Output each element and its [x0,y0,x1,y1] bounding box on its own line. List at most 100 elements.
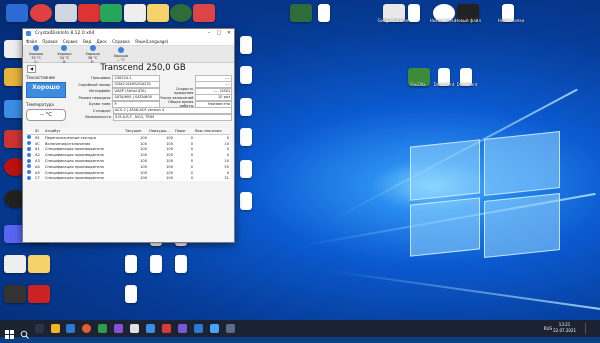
desktop-icon[interactable] [100,4,122,22]
status-dot-icon [89,44,96,51]
status-dot-icon [27,158,31,163]
drive-chip[interactable]: Хорошо 35 °C C: [29,44,43,64]
desktop-icon[interactable] [78,4,100,22]
clock[interactable]: 13:21 22.07.2021 [553,322,576,334]
taskbar-app-icon[interactable] [66,324,75,333]
file-icon[interactable] [175,255,187,273]
menu-disk[interactable]: Диск [96,39,106,44]
file-icon[interactable] [240,160,252,178]
health-value: Хорошо [32,84,60,91]
file-icon[interactable] [318,4,330,22]
taskbar: RUS 13:21 22.07.2021 [0,320,600,339]
desktop-icon-label: Document [456,82,478,87]
attr-worst: 100 [166,176,173,181]
desktop-icon[interactable] [124,4,146,22]
status-dot-icon [27,146,31,151]
taskbar-app-icon[interactable] [114,324,123,333]
desktop-icon[interactable] [4,255,26,273]
status-dot-icon [27,152,31,157]
menu-bar: Файл Правка Сервис Вид Диск Справка Язык… [23,38,234,46]
show-desktop-button[interactable] [585,323,596,334]
clock-date: 22.07.2021 [553,328,576,333]
drive-letter: C: [34,59,38,64]
app-icon [26,31,31,36]
explorer-icon[interactable] [51,324,60,333]
window-title: CrystalDiskInfo 8.12.0 x64 [35,31,95,36]
drive-temp-bar: Хорошо 35 °C C: Хорошо 34 °C D: Хорошо 3… [23,44,234,64]
file-icon[interactable] [240,36,252,54]
file-icon[interactable] [240,192,252,210]
taskbar-app-icon[interactable] [130,324,139,333]
temperature-value: -- °C [26,109,66,121]
health-status-button[interactable]: Хорошо [26,82,66,98]
menu-help[interactable]: Справка [112,39,130,44]
menu-service[interactable]: Сервис [63,39,78,44]
info-key: Число включений [160,95,194,100]
start-button[interactable] [5,324,14,339]
drive-chip[interactable]: Хорошо 38 °C E: [86,44,100,64]
crystaldiskinfo-window[interactable]: CrystalDiskInfo 8.12.0 x64 – □ ✕ Файл Пр… [22,28,235,243]
desktop-icon[interactable] [290,4,312,22]
features-value: S.M.A.R.T., NCQ, TRIM [113,113,232,121]
minimize-icon[interactable]: – [204,29,214,38]
taskbar-app-icon[interactable] [226,324,235,333]
status-cell [26,175,34,182]
desktop-icon[interactable] [193,4,215,22]
drive-chip[interactable]: Хорошо 34 °C D: [57,44,72,64]
file-icon[interactable] [240,128,252,146]
attr-raw: 31 [224,176,229,181]
close-icon[interactable]: ✕ [224,29,234,38]
menu-view[interactable]: Вид [83,39,91,44]
desktop-icon[interactable] [4,285,26,303]
desktop-icon[interactable] [28,255,50,273]
maximize-icon[interactable]: □ [214,29,224,38]
desktop-icon-label: Google Chrome [377,18,409,23]
desktop-icon[interactable] [170,4,192,22]
drive-title: Transcend 250,0 GB [100,63,186,73]
prev-drive-button[interactable]: ◀ [27,65,36,73]
drive-letter: D: [62,59,67,64]
status-dot-icon [33,44,40,51]
desktop-icon[interactable] [147,4,169,22]
desktop-icon[interactable] [28,285,50,303]
document-icon[interactable] [125,285,137,303]
taskbar-app-icon[interactable] [162,324,171,333]
file-icon[interactable] [150,255,162,273]
status-dot-icon [27,164,31,169]
table-row[interactable]: C7 Спецификация производителя 100 100 0 31 [26,175,230,182]
input-language[interactable]: RUS [544,326,552,331]
status-dot-icon [27,135,31,140]
menu-edit[interactable]: Правка [42,39,57,44]
menu-file[interactable]: Файл [26,39,37,44]
health-label: Техсостояние [26,75,55,80]
file-icon[interactable] [240,66,252,84]
info-key: Интерфейс [89,89,111,94]
desktop-icon[interactable] [6,4,28,22]
crystaldiskinfo-taskbar-icon[interactable] [210,324,219,333]
light-beam [329,270,600,311]
search-icon[interactable] [20,324,29,339]
window-titlebar[interactable]: CrystalDiskInfo 8.12.0 x64 – □ ✕ [23,29,234,38]
taskbar-app-icon[interactable] [194,324,203,333]
taskbar-app-icon[interactable] [98,324,107,333]
attr-id: C7 [35,176,40,181]
info-key: Серийный номер [78,82,111,87]
menu-language[interactable]: Язык(Language) [135,39,168,44]
health-panel: Техсостояние Хорошо Температура -- °C [26,75,66,121]
status-dot-icon [27,141,31,146]
taskbar-app-icon[interactable] [82,324,91,333]
status-dot-icon [61,44,68,51]
temperature-label: Температура [26,102,54,107]
info-key: Буква тома [89,102,111,107]
taskbar-app-icon[interactable] [178,324,187,333]
info-key: Возможности [85,115,111,120]
info-key: Скорость вращения [174,87,194,96]
file-icon[interactable] [240,98,252,116]
desktop-icon[interactable] [55,4,77,22]
file-icon[interactable] [125,255,137,273]
taskbar-app-icon[interactable] [146,324,155,333]
task-view-icon[interactable] [35,324,44,333]
windows-logo [410,131,560,260]
desktop-icon[interactable] [30,4,52,22]
drive-chip[interactable]: Хорошо -- °C [114,46,128,62]
